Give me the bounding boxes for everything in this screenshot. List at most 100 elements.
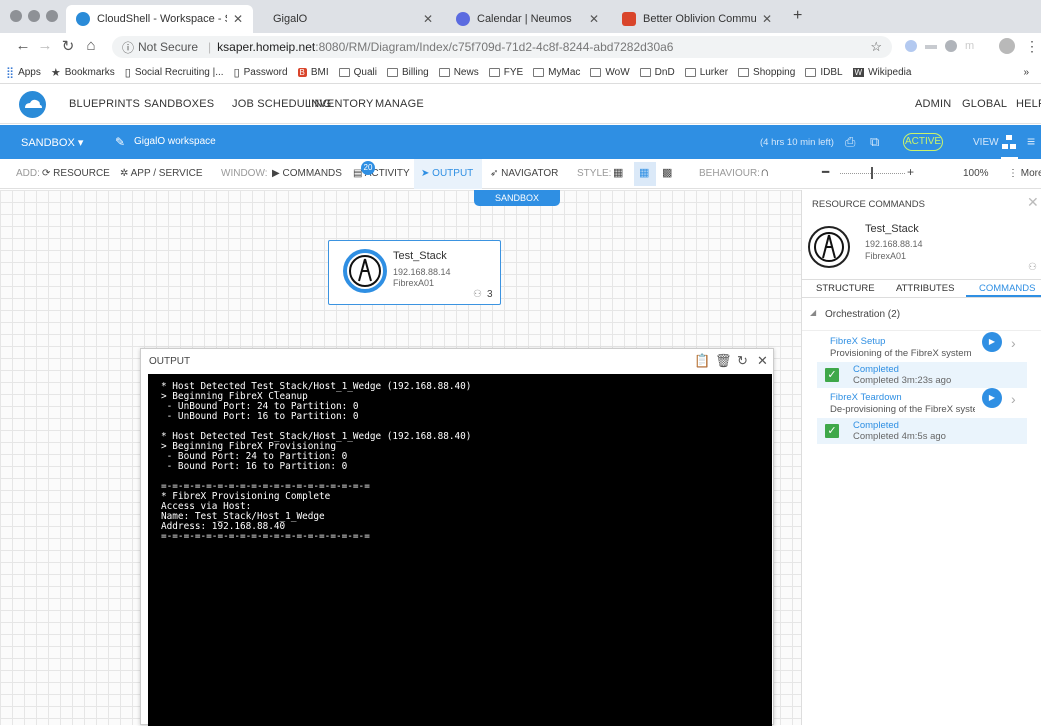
- resource-ip: 192.168.88.14: [865, 239, 923, 249]
- refresh-icon[interactable]: ↻: [737, 353, 748, 369]
- more-icon: ⋮: [1008, 168, 1018, 179]
- zoom-in-button[interactable]: +: [907, 165, 914, 179]
- info-icon[interactable]: ⓘ: [122, 39, 134, 56]
- chevron-right-icon[interactable]: ›: [1011, 391, 1016, 407]
- extension-icon[interactable]: [905, 40, 917, 52]
- close-window-icon[interactable]: [10, 10, 22, 22]
- url-field[interactable]: ⓘ Not Secure | ksaper.homeip.net :8080/R…: [112, 36, 892, 58]
- collapse-icon[interactable]: ◢: [810, 308, 816, 317]
- browser-tab[interactable]: CloudShell - Workspace - San ✕: [66, 5, 253, 33]
- browser-tab[interactable]: Calendar | Neumos ✕: [446, 5, 609, 33]
- trash-icon[interactable]: 🗑: [715, 353, 732, 369]
- new-tab-button[interactable]: +: [793, 7, 802, 25]
- navigator-button[interactable]: ➶ NAVIGATOR: [490, 168, 558, 179]
- close-tab-icon[interactable]: ✕: [589, 12, 599, 26]
- close-icon[interactable]: ✕: [757, 353, 768, 369]
- style-grid-icon[interactable]: ▦: [639, 166, 649, 179]
- tab-commands[interactable]: COMMANDS: [979, 283, 1035, 294]
- save-icon[interactable]: ⎙: [845, 134, 855, 150]
- commands-button[interactable]: ▶ COMMANDS: [272, 168, 342, 179]
- output-line: * FibreX Provisioning Complete: [161, 491, 331, 502]
- bookmark-shopping[interactable]: Shopping: [738, 67, 795, 78]
- profile-avatar[interactable]: [999, 38, 1015, 54]
- bmi-icon: B: [297, 68, 307, 77]
- address-bar: ← → ↻ ⌂ ⓘ Not Secure | ksaper.homeip.net…: [0, 33, 1041, 62]
- command-name[interactable]: FibreX Setup: [830, 336, 885, 347]
- extension-icon[interactable]: m: [965, 40, 977, 52]
- bookmark-wow[interactable]: WoW: [590, 67, 630, 78]
- bookmark-bookmarks[interactable]: ★ Bookmarks: [51, 66, 115, 79]
- add-resource-button[interactable]: ⟳ RESOURCE: [42, 168, 110, 179]
- zoom-slider-handle[interactable]: [871, 167, 873, 179]
- home-icon[interactable]: ⌂: [80, 37, 102, 54]
- maximize-window-icon[interactable]: [46, 10, 58, 22]
- zoom-out-button[interactable]: ━: [822, 165, 829, 179]
- command-name[interactable]: FibreX Teardown: [830, 392, 902, 403]
- bookmark-password[interactable]: ▯ Password: [234, 66, 288, 79]
- bookmark-quali[interactable]: Quali: [338, 67, 377, 78]
- bookmark-fye[interactable]: FYE: [488, 67, 523, 78]
- bookmark-news[interactable]: News: [438, 67, 479, 78]
- nav-help[interactable]: HELP: [1016, 98, 1041, 110]
- more-button[interactable]: ⋮ More: [1008, 168, 1041, 179]
- run-command-button[interactable]: ▶: [982, 332, 1002, 352]
- star-icon[interactable]: ☆: [870, 39, 882, 55]
- tab-structure[interactable]: STRUCTURE: [816, 283, 875, 294]
- edit-icon[interactable]: ✎: [115, 135, 125, 149]
- resource-card[interactable]: Test_Stack 192.168.88.14 FibrexA01 ⚇ 3: [328, 240, 501, 305]
- nav-blueprints[interactable]: BLUEPRINTS: [69, 98, 140, 110]
- nav-manage[interactable]: MANAGE: [375, 98, 424, 110]
- bookmark-billing[interactable]: Billing: [387, 67, 429, 78]
- extension-icon[interactable]: [945, 40, 957, 52]
- nav-inventory[interactable]: INVENTORY: [308, 98, 374, 110]
- resource-icon: [343, 249, 387, 293]
- minimize-window-icon[interactable]: [28, 10, 40, 22]
- extension-icon[interactable]: [925, 45, 937, 49]
- style-large-icon[interactable]: ▩: [662, 166, 672, 179]
- back-icon[interactable]: ←: [12, 37, 34, 54]
- reload-icon[interactable]: ↻: [57, 37, 79, 55]
- nav-admin[interactable]: ADMIN: [915, 98, 951, 110]
- share-icon[interactable]: ⧉: [870, 134, 879, 150]
- sandbox-dropdown[interactable]: SANDBOX ▾: [21, 136, 83, 149]
- browser-tab[interactable]: GigalO ✕: [263, 5, 443, 33]
- list-view-icon[interactable]: ≡: [1027, 133, 1035, 149]
- apps-icon: ⣿: [6, 67, 15, 79]
- bookmark-idbl[interactable]: IDBL: [805, 67, 843, 78]
- output-button[interactable]: ➤ OUTPUT: [421, 168, 473, 179]
- cloudshell-logo-icon[interactable]: [19, 91, 46, 118]
- run-command-button[interactable]: ▶: [982, 388, 1002, 408]
- bookmark-bmi[interactable]: B BMI: [297, 67, 329, 78]
- forward-icon[interactable]: →: [34, 37, 56, 54]
- output-console[interactable]: * Host Detected Test_Stack/Host_1_Wedge …: [148, 374, 772, 726]
- nav-sandboxes[interactable]: SANDBOXES: [144, 98, 214, 110]
- bookmark-dnd[interactable]: DnD: [639, 67, 675, 78]
- close-tab-icon[interactable]: ✕: [762, 12, 772, 26]
- bookmark-social-recruiting[interactable]: ▯ Social Recruiting |...: [125, 66, 224, 79]
- nav-global[interactable]: GLOBAL: [962, 98, 1007, 110]
- chevron-right-icon[interactable]: ›: [1011, 335, 1016, 351]
- bookmark-mymac[interactable]: MyMac: [533, 67, 580, 78]
- style-list-icon[interactable]: ▦: [613, 166, 623, 179]
- bookmark-lurker[interactable]: Lurker: [684, 67, 728, 78]
- resource-ip: 192.168.88.14: [393, 267, 451, 277]
- close-tab-icon[interactable]: ✕: [423, 12, 433, 26]
- magnet-icon[interactable]: ∩: [760, 164, 769, 179]
- workspace-name[interactable]: GigalO workspace: [134, 136, 216, 147]
- diagram-view-icon[interactable]: [1001, 131, 1018, 159]
- close-tab-icon[interactable]: ✕: [233, 12, 243, 26]
- browser-menu-icon[interactable]: ⋮: [1025, 38, 1039, 55]
- bookmark-wikipedia[interactable]: W Wikipedia: [852, 67, 911, 78]
- bookmark-apps[interactable]: ⣿ Apps: [6, 66, 41, 79]
- tab-attributes[interactable]: ATTRIBUTES: [896, 283, 954, 294]
- bookmarks-overflow-button[interactable]: »: [1023, 67, 1029, 78]
- clipboard-icon[interactable]: 📋: [694, 353, 710, 369]
- close-icon[interactable]: ✕: [1027, 194, 1039, 211]
- command-group[interactable]: Orchestration (2): [825, 309, 900, 320]
- navigator-icon: ➶: [490, 168, 499, 179]
- add-app-service-button[interactable]: ✲ APP / SERVICE: [120, 168, 203, 179]
- folder-icon: [805, 68, 817, 77]
- output-panel[interactable]: OUTPUT 📋 🗑 ↻ ✕ * Host Detected Test_Stac…: [140, 348, 774, 726]
- cursor-icon: ➤: [421, 168, 430, 179]
- browser-tab[interactable]: Better Oblivion Community Ce ✕: [612, 5, 782, 33]
